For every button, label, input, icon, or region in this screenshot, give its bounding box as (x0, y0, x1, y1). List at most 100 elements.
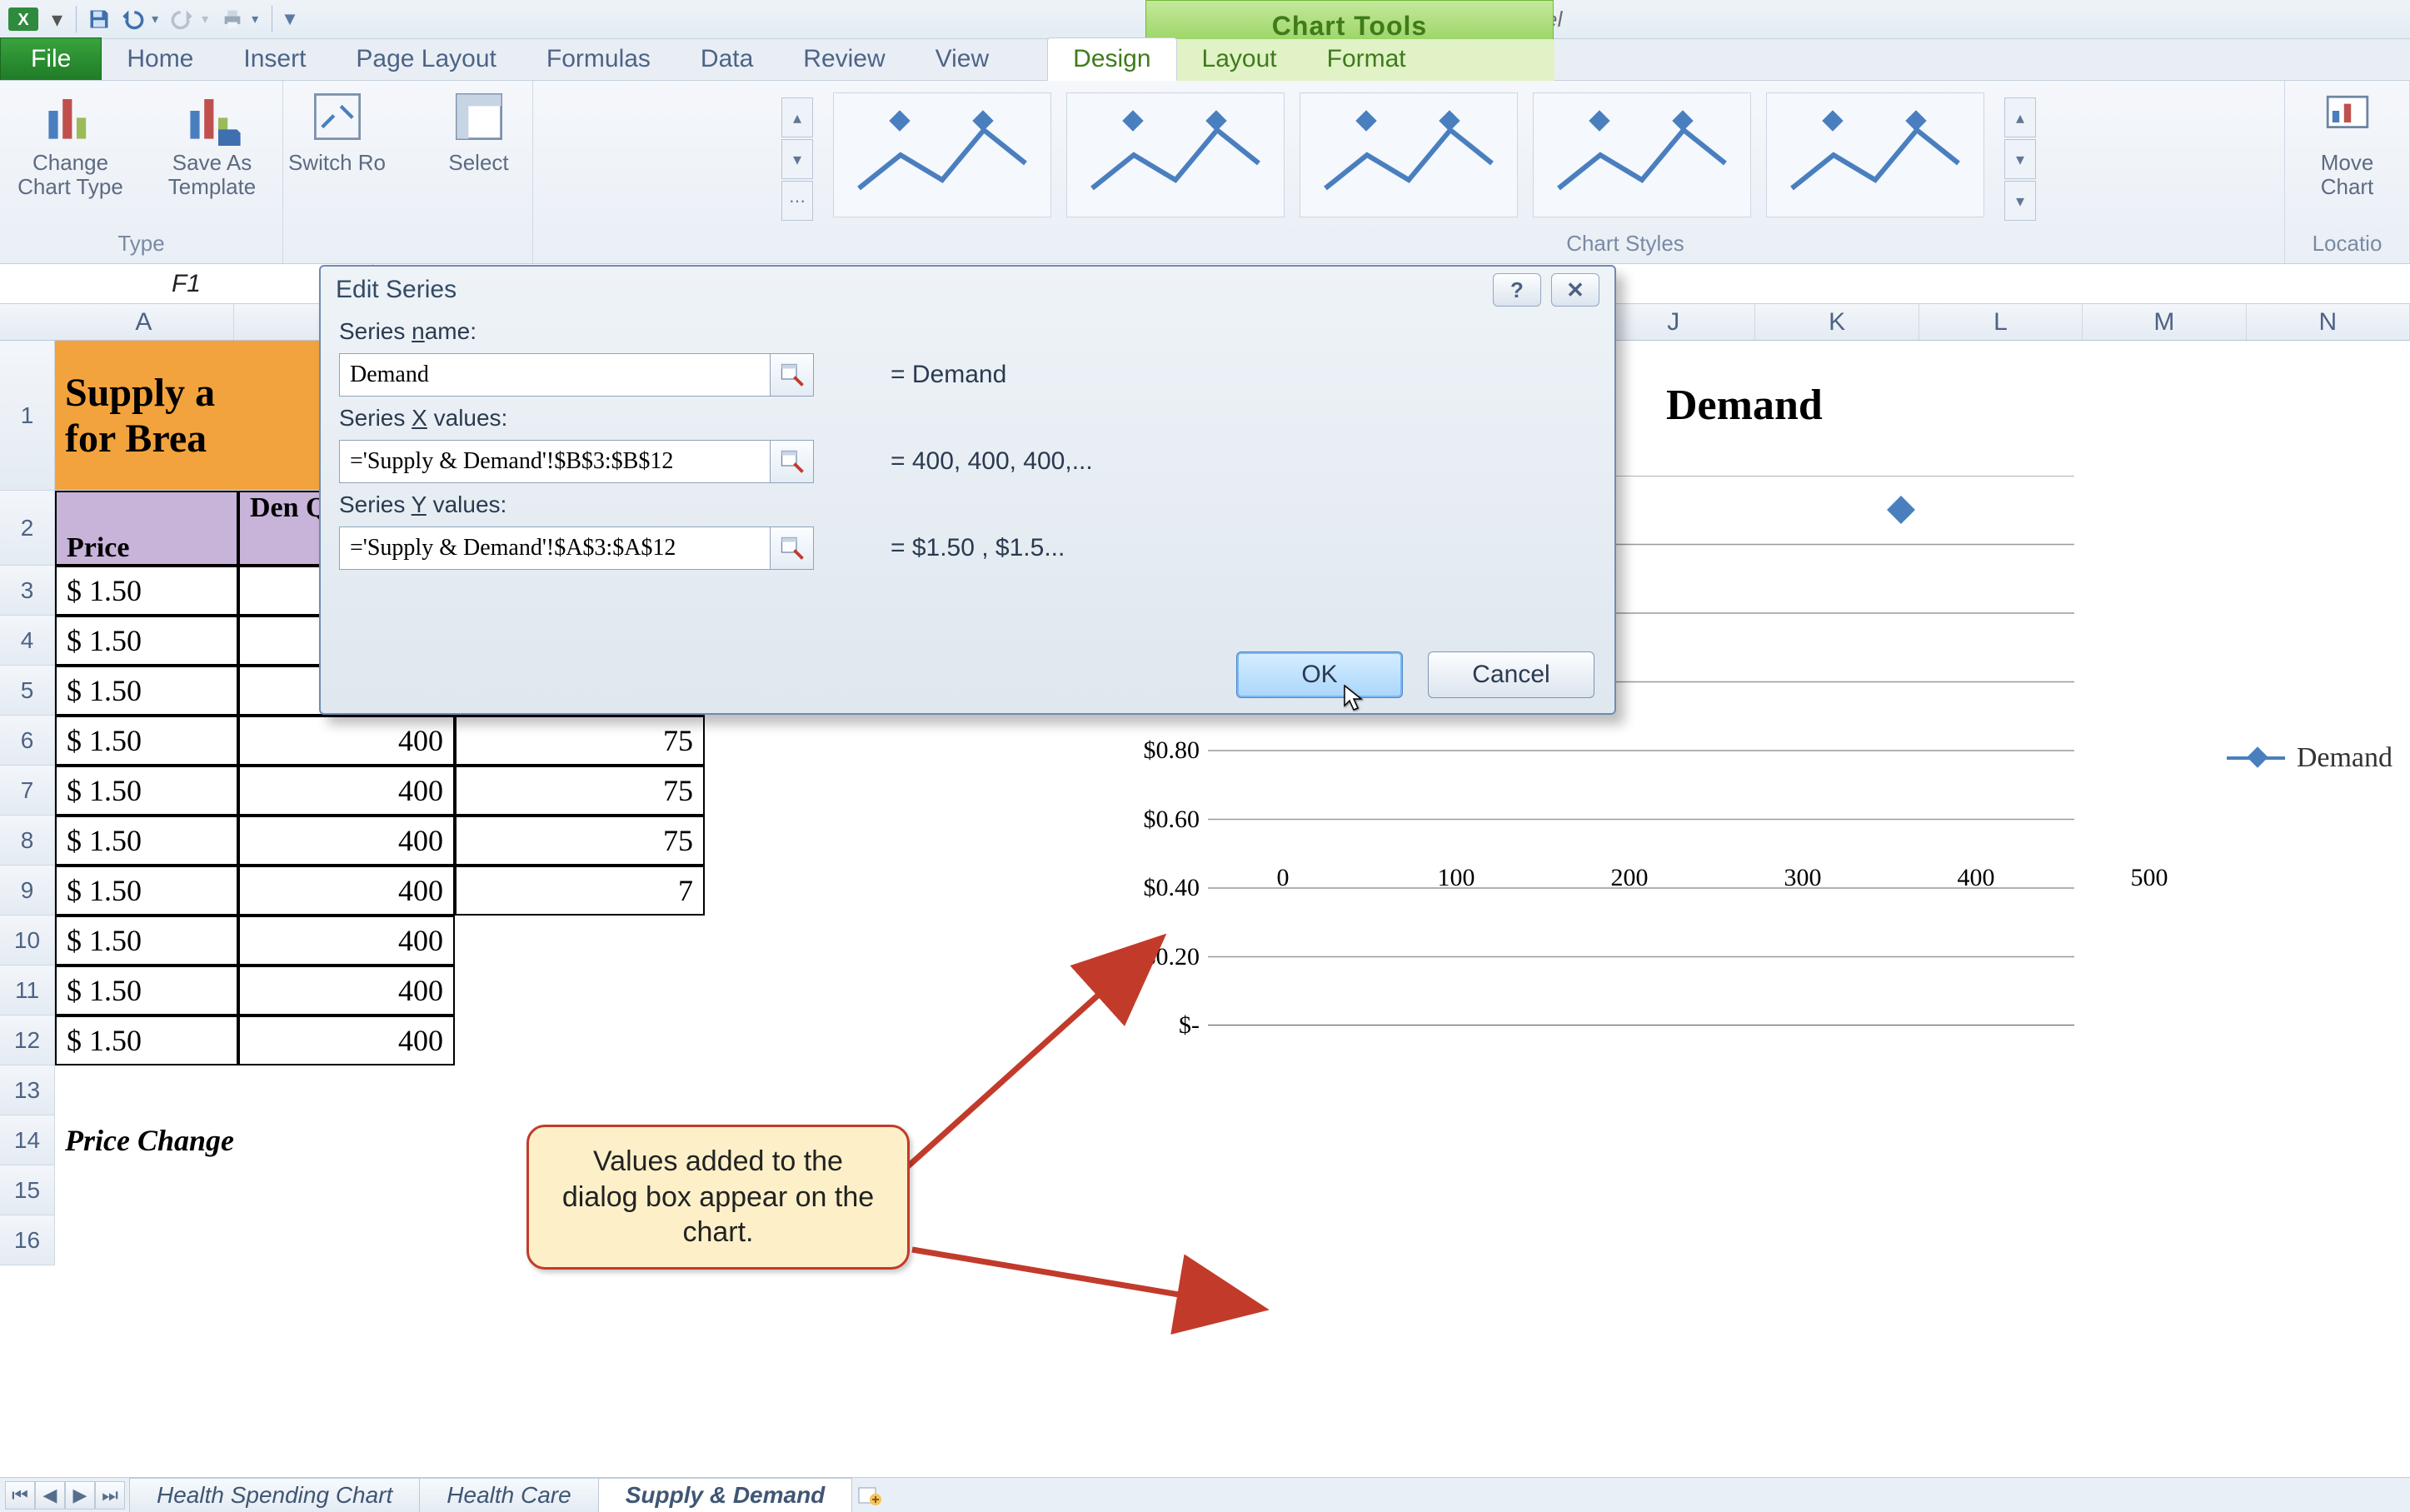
tab-data[interactable]: Data (676, 38, 778, 80)
price-cell[interactable]: $ 1.50 (55, 716, 238, 766)
price-cell[interactable]: $ 1.50 (55, 816, 238, 866)
demand-cell[interactable]: 400 (238, 716, 455, 766)
row-header[interactable]: 13 (0, 1065, 55, 1115)
demand-cell[interactable]: 400 (238, 816, 455, 866)
chart-legend[interactable]: Demand (2227, 742, 2393, 774)
tab-design[interactable]: Design (1047, 37, 1176, 81)
ok-button[interactable]: OK (1236, 651, 1403, 698)
row-header[interactable]: 8 (0, 816, 55, 866)
change-chart-type-button[interactable]: Change Chart Type (12, 87, 129, 198)
range-picker-icon[interactable] (771, 353, 814, 397)
print-icon[interactable] (218, 5, 247, 33)
sheet-tab[interactable]: Health Spending Chart (129, 1478, 420, 1512)
tab-layout[interactable]: Layout (1177, 38, 1302, 80)
series-name-input[interactable] (339, 353, 771, 397)
gallery-down-icon[interactable]: ▾ (2004, 139, 2036, 179)
demand-cell[interactable]: 400 (238, 1015, 455, 1065)
col-header[interactable]: A (54, 304, 234, 340)
chart-title[interactable]: Demand (1666, 381, 1823, 430)
chart-style-option[interactable] (1300, 92, 1518, 217)
gallery-down-icon[interactable]: ▾ (781, 139, 813, 179)
chart-style-option[interactable] (1533, 92, 1751, 217)
price-cell[interactable]: $ 1.50 (55, 1015, 238, 1065)
save-icon[interactable] (85, 5, 113, 33)
tab-nav-last-icon[interactable]: ⏭ (95, 1481, 125, 1510)
supply-cell[interactable]: 7 (455, 866, 705, 916)
tab-page-layout[interactable]: Page Layout (331, 38, 521, 80)
row-header[interactable]: 2 (0, 491, 55, 566)
tab-nav-first-icon[interactable]: ⏮ (5, 1481, 35, 1510)
range-picker-icon[interactable] (771, 440, 814, 483)
name-box[interactable] (0, 264, 267, 303)
sheet-tab[interactable]: Health Care (419, 1478, 598, 1512)
price-cell[interactable]: $ 1.50 (55, 566, 238, 616)
row-header[interactable]: 14 (0, 1115, 55, 1165)
tab-insert[interactable]: Insert (218, 38, 331, 80)
dialog-titlebar[interactable]: Edit Series ? ✕ (321, 267, 1614, 313)
demand-cell[interactable]: 400 (238, 766, 455, 816)
price-cell[interactable]: $ 1.50 (55, 916, 238, 966)
redo-dropdown-icon[interactable]: ▾ (202, 11, 213, 27)
cancel-button[interactable]: Cancel (1428, 651, 1594, 698)
gallery-up-icon[interactable]: ▴ (2004, 97, 2036, 137)
redo-icon[interactable] (168, 5, 197, 33)
tab-nav-next-icon[interactable]: ▶ (65, 1481, 95, 1510)
new-sheet-icon[interactable] (852, 1485, 887, 1506)
print-dropdown-icon[interactable]: ▾ (252, 11, 263, 27)
chart-style-option[interactable] (833, 92, 1051, 217)
price-cell[interactable]: $ 1.50 (55, 966, 238, 1015)
supply-cell[interactable]: 75 (455, 766, 705, 816)
demand-cell[interactable]: 400 (238, 916, 455, 966)
row-header[interactable]: 16 (0, 1215, 55, 1265)
price-change-label[interactable]: Price Change (55, 1115, 455, 1165)
select-all-triangle[interactable] (0, 304, 54, 340)
supply-cell[interactable]: 75 (455, 816, 705, 866)
price-cell[interactable]: $ 1.50 (55, 666, 238, 716)
tab-view[interactable]: View (911, 38, 1014, 80)
gallery-up-icon[interactable]: ▴ (781, 97, 813, 137)
gallery-more-icon[interactable]: ⋯ (781, 181, 813, 221)
row-header[interactable]: 10 (0, 916, 55, 966)
row-header[interactable]: 11 (0, 966, 55, 1015)
row-header[interactable]: 9 (0, 866, 55, 916)
row-header[interactable]: 4 (0, 616, 55, 666)
row-header[interactable]: 5 (0, 666, 55, 716)
row-header[interactable]: 1 (0, 341, 55, 491)
price-cell[interactable]: $ 1.50 (55, 866, 238, 916)
row-header[interactable]: 3 (0, 566, 55, 616)
row-header[interactable]: 6 (0, 716, 55, 766)
range-picker-icon[interactable] (771, 526, 814, 570)
name-box-input[interactable] (0, 264, 373, 303)
row-header[interactable]: 7 (0, 766, 55, 816)
tab-format[interactable]: Format (1302, 38, 1431, 80)
tab-home[interactable]: Home (102, 38, 218, 80)
qat-menu-icon[interactable]: ▾ (47, 7, 67, 32)
tab-nav-prev-icon[interactable]: ◀ (35, 1481, 65, 1510)
chart-styles-gallery[interactable]: ▴ ▾ ⋯ ▴ ▾ ▾ (766, 81, 2051, 222)
sheet-tab[interactable]: Supply & Demand (598, 1478, 853, 1512)
tab-formulas[interactable]: Formulas (521, 38, 676, 80)
header-price[interactable]: Price (55, 491, 238, 566)
demand-cell[interactable]: 400 (238, 966, 455, 1015)
row-header[interactable]: 15 (0, 1165, 55, 1215)
help-button[interactable]: ? (1493, 273, 1541, 307)
customize-qat-icon[interactable]: ▼ (281, 8, 292, 30)
supply-cell[interactable]: 75 (455, 716, 705, 766)
price-cell[interactable]: $ 1.50 (55, 766, 238, 816)
move-chart-button[interactable]: Move Chart (2298, 87, 2398, 198)
undo-icon[interactable] (118, 5, 147, 33)
series-y-input[interactable] (339, 526, 771, 570)
switch-row-column-button[interactable]: Switch Ro (279, 87, 396, 175)
file-tab[interactable]: File (0, 37, 102, 80)
chart-style-option[interactable] (1766, 92, 1984, 217)
close-button[interactable]: ✕ (1551, 273, 1599, 307)
row-header[interactable]: 12 (0, 1015, 55, 1065)
chart-style-option[interactable] (1066, 92, 1285, 217)
save-as-template-button[interactable]: Save As Template (154, 87, 271, 198)
undo-dropdown-icon[interactable]: ▾ (152, 11, 163, 27)
select-data-button[interactable]: Select (421, 87, 537, 175)
tab-review[interactable]: Review (778, 38, 910, 80)
gallery-more-icon[interactable]: ▾ (2004, 181, 2036, 221)
series-x-input[interactable] (339, 440, 771, 483)
price-cell[interactable]: $ 1.50 (55, 616, 238, 666)
